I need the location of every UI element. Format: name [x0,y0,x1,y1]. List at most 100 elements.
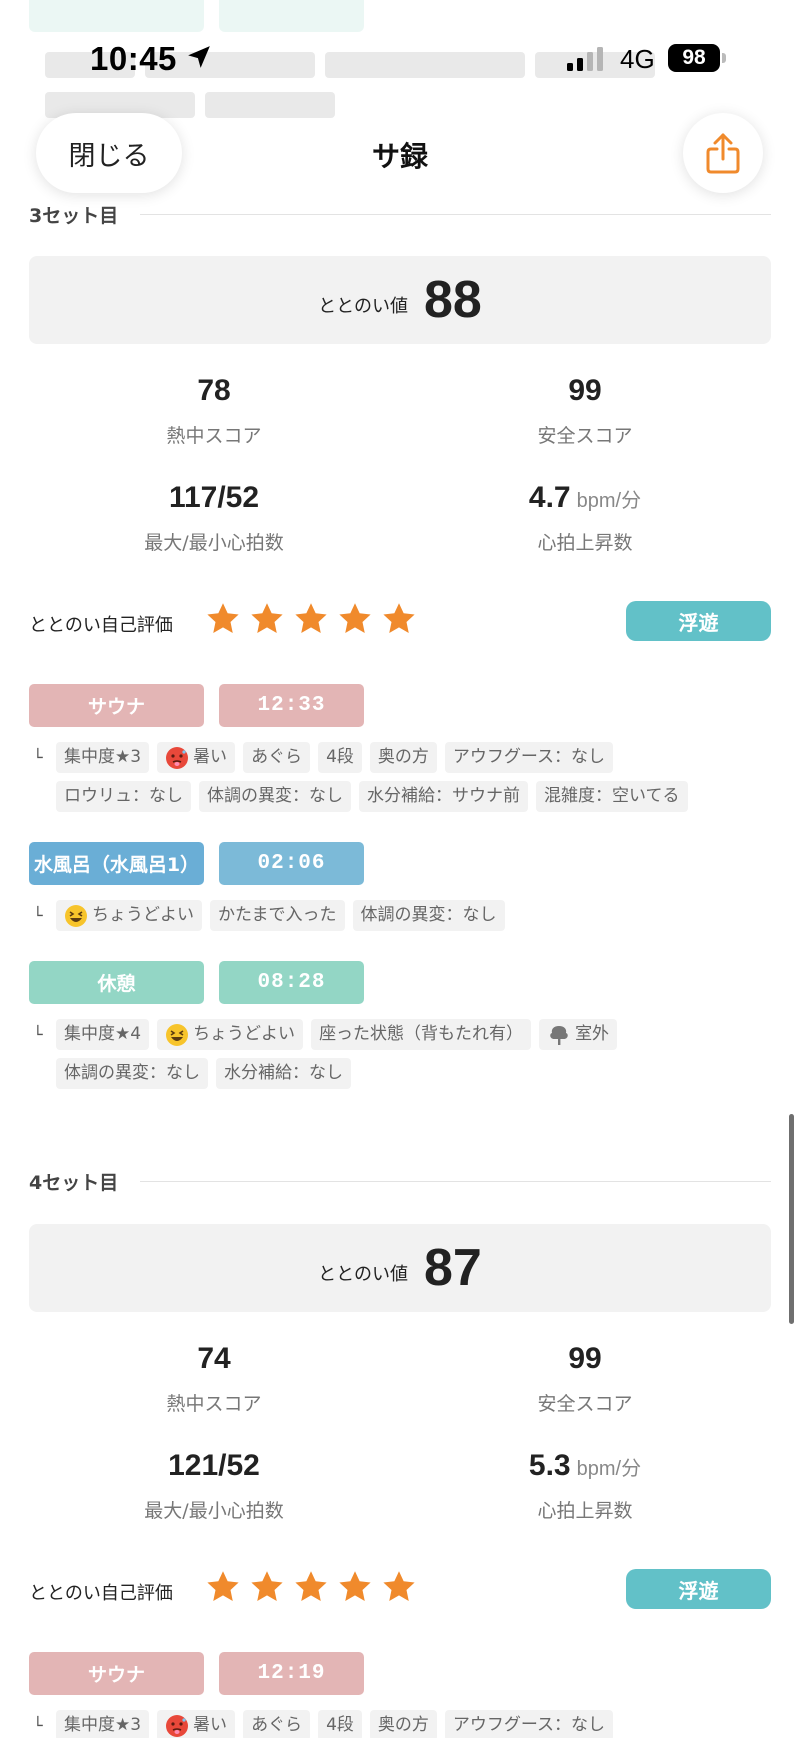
step-type-label: サウナ [29,1652,204,1695]
self-eval-row: ととのい自己評価 浮遊 [29,601,771,645]
star-icon[interactable] [249,601,285,637]
state-badge: 浮遊 [626,1569,771,1609]
totonoi-box: ととのい値 87 [29,1224,771,1312]
step-tags: └ 集中度★3 暑い あぐら 4段 奥の方 アウフグース：なし [29,1710,789,1738]
hr-rise-unit: bpm/分 [576,490,642,512]
tag: 座った状態（背もたれ有） [311,1019,532,1050]
branch-marker: └ [33,906,43,925]
star-icon[interactable] [249,1569,285,1605]
star-icon[interactable] [205,601,241,637]
heart-rate-metric: 117/52 最大/最小心拍数 [64,478,364,555]
tag: 集中度★3 [56,742,150,773]
tag: 体調の異変：なし [352,900,505,931]
step-tags: └ 集中度★4 ちょうどよい 座った状態（背もたれ有） 室外 体調の異変：なし … [29,1019,789,1097]
tag: アウフグース：なし [444,1710,614,1738]
grinning-squint-emoji [65,904,87,927]
heat-score-metric: 74 熱中スコア [64,1339,364,1416]
totonoi-label: ととのい値 [318,1264,408,1285]
scrollbar[interactable] [789,1114,794,1324]
tag: 奥の方 [369,742,437,773]
tag: 4段 [318,742,362,773]
top-bar: 閉じる サ録 [0,110,800,205]
self-eval-row: ととのい自己評価 浮遊 [29,1569,771,1613]
safety-score-value: 99 [568,374,602,407]
totonoi-box: ととのい値 88 [29,256,771,344]
tag-just-right: ちょうどよい [56,900,202,931]
star-icon[interactable] [337,601,373,637]
share-button[interactable] [683,113,763,193]
rating-stars[interactable] [205,1569,417,1605]
rating-stars[interactable] [205,601,417,637]
grinning-squint-emoji [166,1023,189,1046]
step-type-label: 水風呂（水風呂1） [29,842,204,885]
heat-score-label: 熱中スコア [166,425,262,447]
set-title: 4セット目 [29,1171,119,1194]
heart-rate-value: 117/52 [168,481,260,514]
tag: 集中度★3 [56,1710,150,1738]
heat-score-value: 74 [197,1342,231,1375]
star-icon[interactable] [205,1569,241,1605]
battery-icon: 98 [668,44,720,72]
hr-rise-value: 4.7 [528,481,571,514]
divider [140,1180,771,1182]
star-icon[interactable] [337,1569,373,1605]
tag-hot: 暑い [157,742,236,773]
tag: 水分補給：サウナ前 [359,781,528,812]
battery-tip [722,53,726,63]
hr-rise-value-row: 5.3 bpm/分 [435,1446,735,1486]
tag-outdoor: 室外 [539,1019,618,1050]
tag-text: ちょうどよい [92,905,194,925]
step-tags: └ 集中度★3 暑い あぐら 4段 奥の方 アウフグース：なし ロウリュ：なし … [29,742,789,820]
step-duration: 02:06 [219,842,364,885]
hr-rise-unit: bpm/分 [576,1458,642,1480]
status-time: 10:45 [90,40,177,77]
step-tags: └ ちょうどよい かたまで入った 体調の異変：なし [29,900,789,939]
safety-score-metric: 99 安全スコア [435,371,735,448]
safety-score-label: 安全スコア [537,425,633,447]
tag-text: 室外 [575,1024,610,1044]
tag: 水分補給：なし [216,1058,351,1089]
star-icon[interactable] [381,601,417,637]
totonoi-label: ととのい値 [318,296,408,317]
battery-level: 98 [682,46,706,69]
safety-score-metric: 99 安全スコア [435,1339,735,1416]
star-icon[interactable] [293,601,329,637]
tag-line: 体調の異変：なし 水分補給：なし [29,1058,789,1089]
safety-score-label: 安全スコア [537,1393,633,1415]
safety-score-value: 99 [568,1342,602,1375]
tag: 4段 [318,1710,362,1738]
tag-text: ちょうどよい [193,1024,296,1044]
close-button[interactable]: 閉じる [36,113,182,193]
branch-marker: └ [33,1716,43,1735]
hr-rise-label: 心拍上昇数 [537,1500,633,1522]
heart-rate-label: 最大/最小心拍数 [144,532,284,554]
star-icon[interactable] [293,1569,329,1605]
tag: ロウリュ：なし [56,781,191,812]
tag: かたまで入った [210,900,345,931]
tag: あぐら [243,742,311,773]
hot-face-emoji [166,746,189,769]
tag: アウフグース：なし [444,742,614,773]
hr-rise-value: 5.3 [528,1449,571,1482]
totonoi-value: 87 [423,1239,482,1297]
step-duration: 12:19 [219,1652,364,1695]
divider [140,213,771,215]
hr-rise-metric: 5.3 bpm/分 心拍上昇数 [435,1446,735,1523]
step-type-label: サウナ [29,684,204,727]
step-duration: 12:33 [219,684,364,727]
signal-icon [567,47,603,71]
hot-face-emoji [166,1714,189,1737]
step-duration: 08:28 [219,961,364,1004]
tag: 集中度★4 [56,1019,150,1050]
tag-line: ロウリュ：なし 体調の異変：なし 水分補給：サウナ前 混雑度：空いてる [29,781,789,812]
tag-line: └ 集中度★4 ちょうどよい 座った状態（背もたれ有） 室外 [29,1019,789,1050]
branch-marker: └ [33,1025,43,1044]
star-icon[interactable] [381,1569,417,1605]
heart-rate-metric: 121/52 最大/最小心拍数 [64,1446,364,1523]
network-type: 4G [620,44,655,74]
location-arrow-icon [188,46,210,68]
self-eval-label: ととのい自己評価 [29,615,173,636]
tag-line: └ ちょうどよい かたまで入った 体調の異変：なし [29,900,789,931]
tree-icon [550,1025,568,1045]
status-bar: 10:45 4G 98 [0,0,800,115]
